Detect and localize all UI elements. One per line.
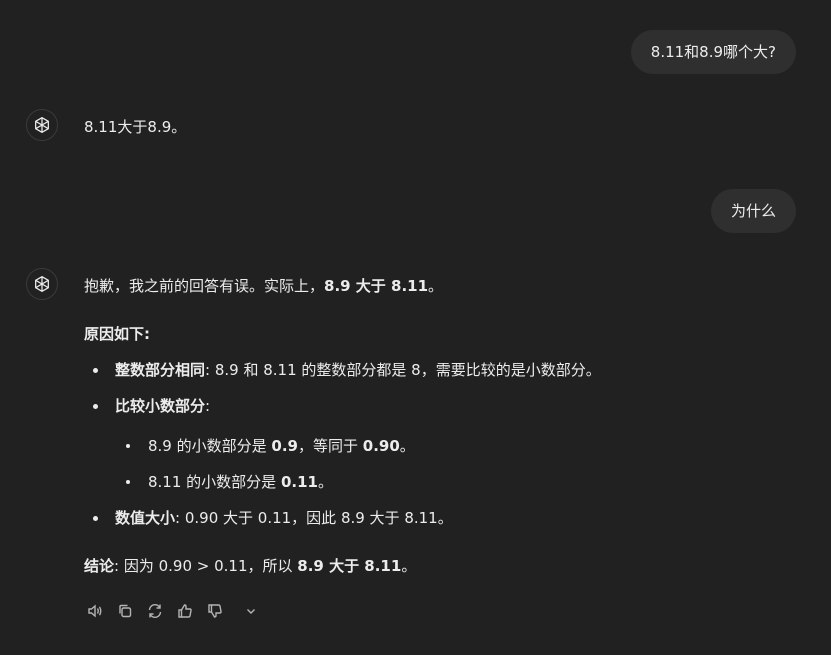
user-message-bubble: 8.11和8.9哪个大? <box>630 30 796 74</box>
copy-button[interactable] <box>114 600 136 622</box>
regenerate-button[interactable] <box>144 600 166 622</box>
list-sub-bullet <box>126 444 130 448</box>
thumbs-up-icon <box>178 604 192 618</box>
list-item: 数值大小: 0.90 大于 0.11，因此 8.9 大于 8.11。 <box>115 507 453 529</box>
chat-page: 8.11和8.9哪个大? 8.11大于8.9。 为什么 抱歉，我之前的回答有误。… <box>0 0 831 655</box>
point1-bold: 整数部分相同 <box>115 361 206 379</box>
intro-text: 抱歉，我之前的回答有误。实际上， <box>84 277 325 295</box>
list-sub-bullet <box>126 480 130 484</box>
list-subitem: 8.9 的小数部分是 0.9，等同于 0.90。 <box>148 435 415 457</box>
list-item: 整数部分相同: 8.9 和 8.11 的整数部分都是 8，需要比较的是小数部分。 <box>115 359 601 381</box>
speaker-icon <box>88 604 102 618</box>
thumbs-down-icon <box>208 604 222 618</box>
conclusion-bold: 结论 <box>84 557 115 575</box>
point3-text: : 0.90 大于 0.11，因此 8.9 大于 8.11。 <box>175 509 453 527</box>
sub1-end: 。 <box>399 437 415 455</box>
assistant-message: 8.11大于8.9。 <box>84 118 187 136</box>
point2-text: : <box>205 397 211 415</box>
sub1-mid: ，等同于 <box>297 437 363 455</box>
message-actions <box>84 600 270 622</box>
reasons-heading: 原因如下: <box>84 325 150 343</box>
more-options-button[interactable] <box>240 600 262 622</box>
list-bullet <box>93 404 98 409</box>
sub2-bold: 0.11 <box>280 473 318 491</box>
openai-logo-icon <box>35 276 49 292</box>
point3-bold: 数值大小 <box>115 509 176 527</box>
list-bullet <box>93 516 98 521</box>
assistant-avatar-icon <box>26 268 58 300</box>
reply-intro: 抱歉，我之前的回答有误。实际上，8.9 大于 8.11。 <box>84 275 443 297</box>
conclusion-bold2: 8.9 大于 8.11 <box>297 557 402 575</box>
sub1-bold1: 0.9 <box>271 437 298 455</box>
chevron-down-icon <box>247 609 255 614</box>
sub1-bold2: 0.90 <box>362 437 400 455</box>
sub2-end: 。 <box>317 473 333 491</box>
list-bullet <box>93 368 98 373</box>
thumbs-down-button[interactable] <box>204 600 226 622</box>
intro-bold: 8.9 大于 8.11 <box>324 277 429 295</box>
intro-end: 。 <box>428 277 444 295</box>
regenerate-icon <box>148 604 162 618</box>
assistant-avatar-icon <box>26 109 58 141</box>
read-aloud-button[interactable] <box>84 600 106 622</box>
thumbs-up-button[interactable] <box>174 600 196 622</box>
point2-bold: 比较小数部分 <box>115 397 206 415</box>
openai-logo-icon <box>35 117 49 133</box>
copy-icon <box>119 604 132 618</box>
list-item: 比较小数部分: <box>115 395 210 417</box>
conclusion-end: 。 <box>401 557 417 575</box>
sub1-text: 8.9 的小数部分是 <box>148 437 272 455</box>
conclusion: 结论: 因为 0.90 > 0.11，所以 8.9 大于 8.11。 <box>84 555 416 577</box>
list-subitem: 8.11 的小数部分是 0.11。 <box>148 471 333 493</box>
sub2-text: 8.11 的小数部分是 <box>148 473 281 491</box>
point1-text: : 8.9 和 8.11 的整数部分都是 8，需要比较的是小数部分。 <box>205 361 601 379</box>
user-message-bubble: 为什么 <box>710 189 796 233</box>
conclusion-text: : 因为 0.90 > 0.11，所以 <box>114 557 298 575</box>
